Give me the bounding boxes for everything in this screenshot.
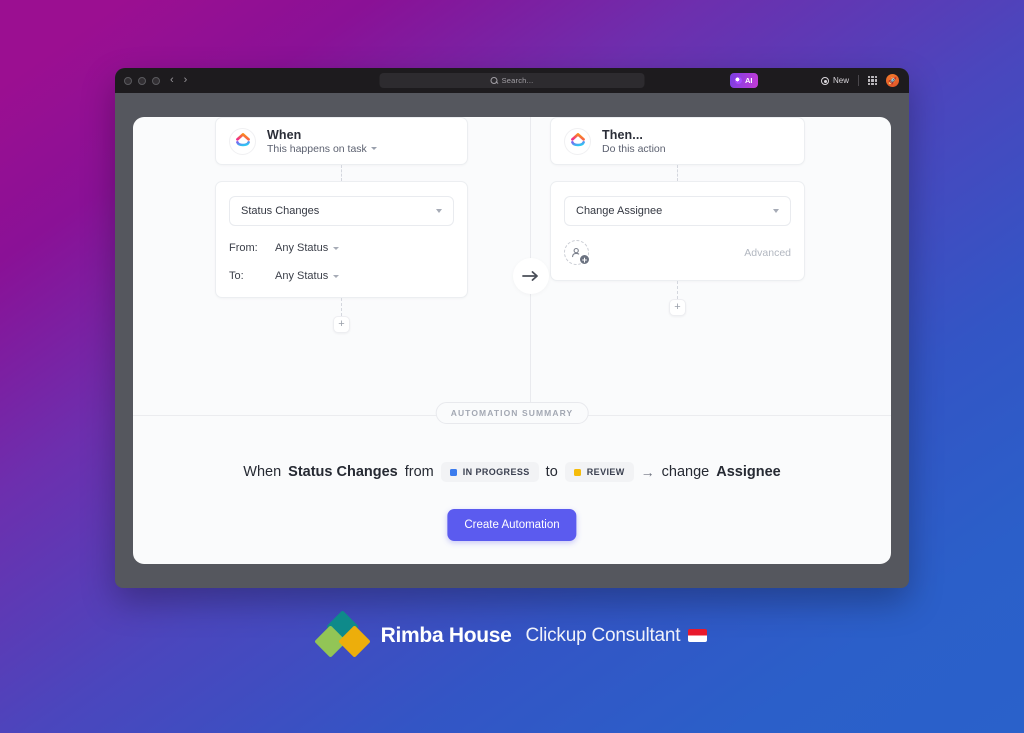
to-select[interactable]: Any Status — [275, 270, 340, 282]
status-badge-to-label: REVIEW — [586, 467, 625, 477]
new-button[interactable]: New — [820, 76, 849, 85]
summary-action-verb: change — [661, 464, 710, 480]
connector-line — [677, 165, 678, 181]
clickup-logo-icon — [564, 127, 591, 155]
rimba-house-logo-icon — [313, 610, 371, 658]
summary-prefix: When — [243, 464, 282, 480]
indonesia-flag-icon — [688, 629, 708, 642]
status-color-swatch — [573, 468, 581, 476]
nav-arrows[interactable]: ‹ › — [170, 75, 187, 86]
new-label: New — [832, 76, 849, 85]
flow-arrow-icon — [513, 258, 549, 294]
ai-button[interactable]: AI — [730, 73, 758, 88]
automation-summary-sentence: When Status Changes from IN PROGRESS to … — [133, 462, 891, 482]
action-value: Change Assignee — [576, 205, 663, 217]
clickup-logo-icon — [229, 127, 256, 155]
plus-circle-icon — [820, 76, 829, 85]
status-badge-from: IN PROGRESS — [440, 462, 539, 482]
forward-icon[interactable]: › — [184, 75, 188, 86]
search-placeholder: Search... — [501, 76, 534, 85]
divider — [858, 75, 859, 86]
trigger-value: Status Changes — [241, 205, 320, 217]
chevron-down-icon — [436, 209, 442, 213]
chevron-down-icon — [333, 274, 340, 278]
browser-window: ‹ › Search... AI New 🚀 When This happens… — [115, 68, 909, 588]
from-label: From: — [229, 242, 258, 254]
summary-trigger: Status Changes — [288, 464, 398, 480]
then-title: Then... — [602, 127, 643, 142]
browser-titlebar: ‹ › Search... AI New 🚀 — [115, 68, 909, 93]
advanced-link[interactable]: Advanced — [744, 247, 791, 259]
builder-area: When This happens on task Status Changes — [133, 117, 891, 415]
summary-from-word: from — [404, 464, 434, 480]
brand-name: Rimba House — [380, 623, 512, 647]
status-badge-from-label: IN PROGRESS — [462, 467, 530, 477]
when-title: When — [267, 127, 302, 142]
when-subtitle: This happens on task — [267, 142, 367, 155]
ai-icon — [735, 77, 742, 84]
summary-action-object: Assignee — [716, 464, 781, 480]
window-controls[interactable] — [124, 76, 160, 85]
then-body-card: Change Assignee + Advanced — [550, 181, 805, 281]
to-row: To: Any Status — [229, 270, 454, 282]
close-icon[interactable] — [124, 76, 132, 85]
automation-builder-card: When This happens on task Status Changes — [133, 117, 891, 564]
automation-summary-pill: AUTOMATION SUMMARY — [435, 402, 589, 424]
then-subtitle: Do this action — [602, 142, 666, 155]
assignee-row: + Advanced — [564, 240, 791, 265]
maximize-icon[interactable] — [152, 76, 160, 85]
status-color-swatch — [449, 468, 457, 476]
chevron-down-icon — [370, 147, 377, 150]
when-body-card: Status Changes From: Any Status To: Any … — [215, 181, 468, 298]
back-icon[interactable]: ‹ — [170, 75, 174, 86]
search-input[interactable]: Search... — [379, 73, 645, 88]
brand-tagline: Clickup Consultant — [525, 624, 681, 646]
titlebar-right-actions: New 🚀 — [820, 68, 899, 93]
apps-grid-icon[interactable] — [868, 76, 877, 85]
brand-tagline-row: Clickup Consultant — [526, 625, 708, 647]
create-automation-button[interactable]: Create Automation — [447, 509, 577, 541]
ai-label: AI — [745, 76, 753, 85]
chevron-down-icon — [333, 246, 340, 250]
brand-footer: Rimba House Clickup Consultant — [0, 610, 1024, 658]
from-select[interactable]: Any Status — [275, 242, 340, 254]
add-action-button[interactable]: + — [669, 299, 686, 316]
summary-to-word: to — [545, 464, 558, 480]
from-value: Any Status — [275, 242, 329, 254]
avatar[interactable]: 🚀 — [886, 74, 899, 87]
to-value: Any Status — [275, 270, 329, 282]
when-subtitle-row[interactable]: This happens on task — [267, 143, 377, 155]
arrow-right-icon: → — [640, 464, 655, 480]
add-assignee-icon[interactable]: + — [564, 240, 590, 265]
trigger-select[interactable]: Status Changes — [229, 196, 454, 226]
action-select[interactable]: Change Assignee — [564, 196, 791, 226]
minimize-icon[interactable] — [138, 76, 146, 85]
then-column: Then... Do this action Change Assignee +… — [550, 117, 805, 316]
to-label: To: — [229, 270, 244, 282]
status-badge-to: REVIEW — [564, 462, 634, 482]
connector-line — [677, 281, 678, 299]
plus-badge-icon: + — [579, 254, 590, 265]
when-column: When This happens on task Status Changes — [215, 117, 468, 333]
chevron-down-icon — [773, 209, 779, 213]
connector-line — [341, 298, 342, 316]
from-row: From: Any Status — [229, 242, 454, 254]
search-icon — [490, 77, 498, 84]
when-header-card[interactable]: When This happens on task — [215, 117, 468, 165]
add-trigger-button[interactable]: + — [333, 316, 350, 333]
then-header-card[interactable]: Then... Do this action — [550, 117, 805, 165]
connector-line — [341, 165, 342, 181]
